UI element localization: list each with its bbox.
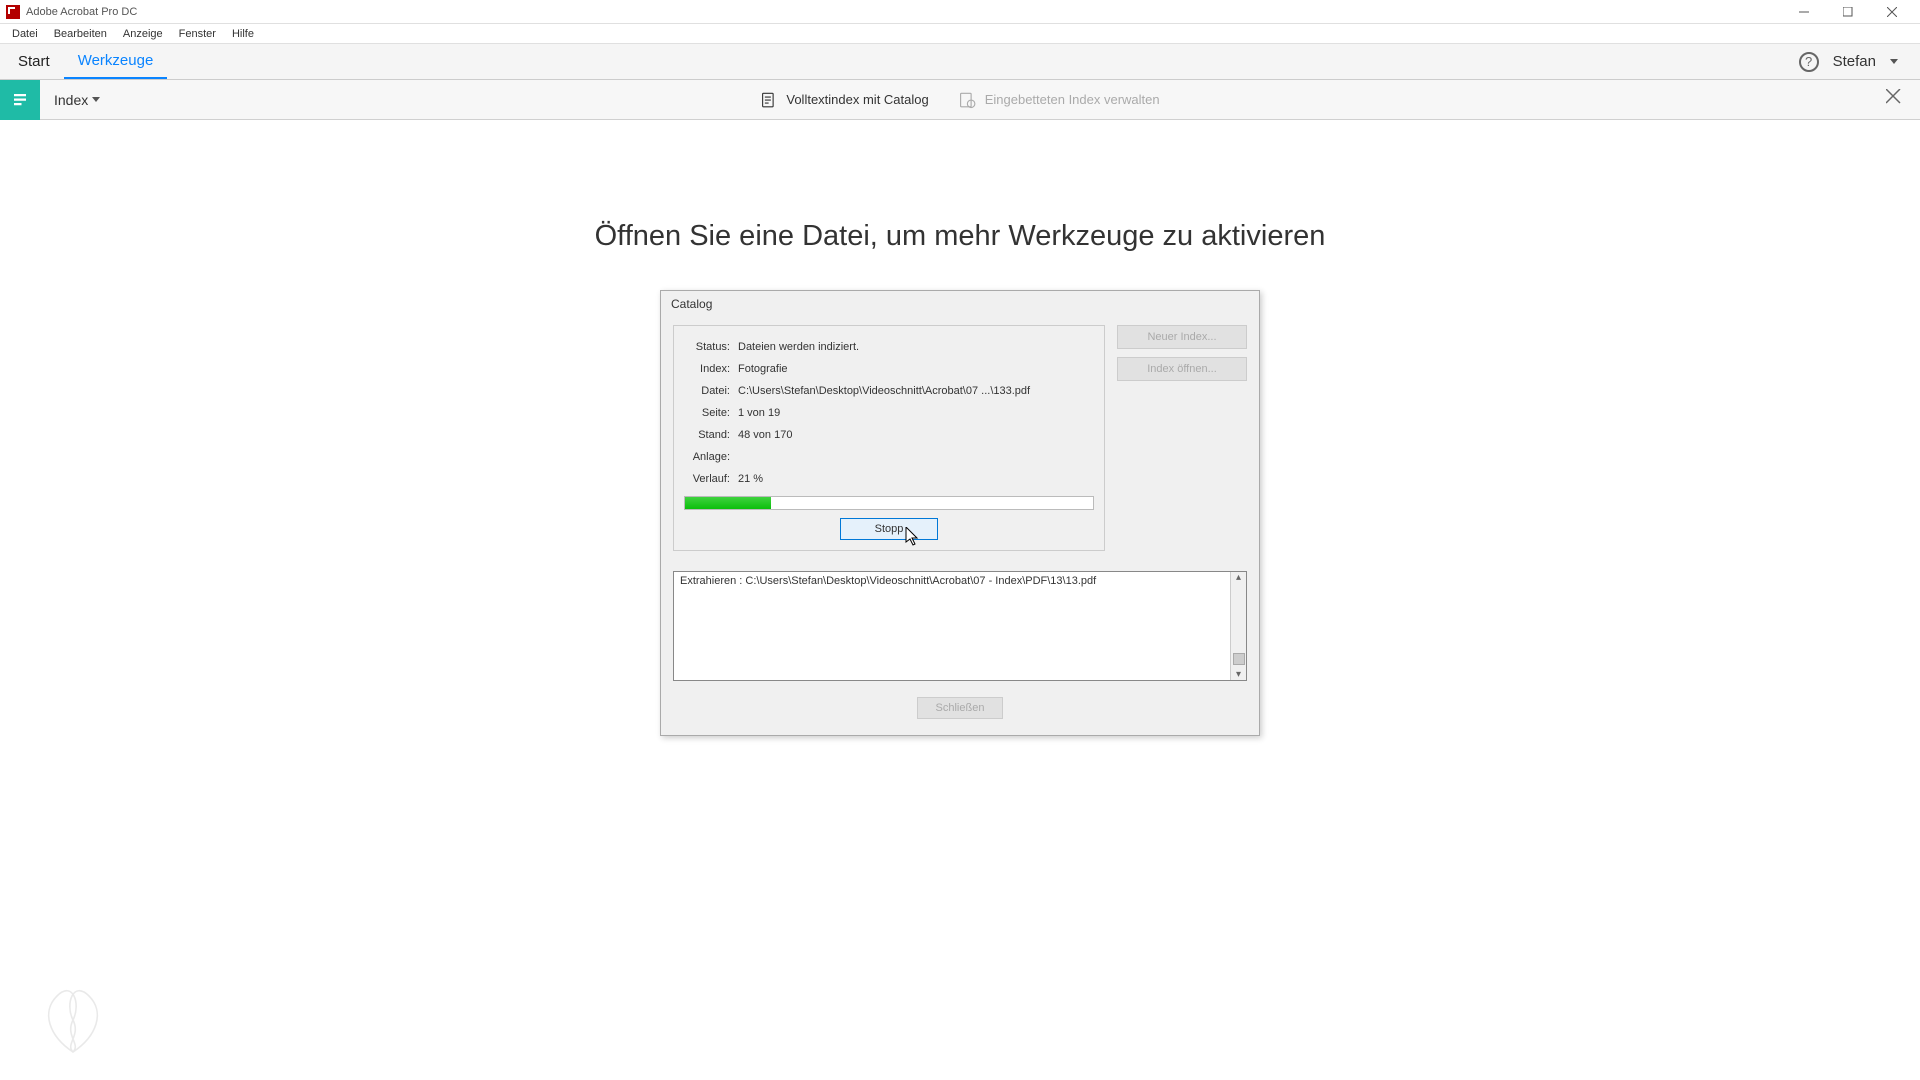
index-tool-icon[interactable] [0,80,40,120]
cursor-icon [905,527,919,547]
neuer-index-button: Neuer Index... [1117,325,1247,349]
progress-fill [685,497,771,509]
label-stand: Stand: [684,429,738,441]
minimize-button[interactable] [1782,0,1826,24]
menu-fenster[interactable]: Fenster [171,28,224,40]
label-index: Index: [684,363,738,375]
scroll-down-icon[interactable]: ▾ [1236,669,1241,680]
catalog-dialog: Catalog Status: Dateien werden indiziert… [660,290,1260,736]
dialog-title: Catalog [661,293,1259,317]
menubar: Datei Bearbeiten Anzeige Fenster Hilfe [0,24,1920,44]
label-verlauf: Verlauf: [684,473,738,485]
value-seite: 1 von 19 [738,407,1094,419]
progress-bar [684,496,1094,510]
stop-button[interactable]: Stopp [840,518,939,540]
menu-bearbeiten[interactable]: Bearbeiten [46,28,115,40]
scroll-up-icon[interactable]: ▴ [1236,572,1241,583]
app-title: Adobe Acrobat Pro DC [26,6,137,18]
menu-anzeige[interactable]: Anzeige [115,28,171,40]
user-dropdown-caret[interactable] [1890,59,1898,64]
scroll-thumb[interactable] [1233,653,1245,665]
close-window-button[interactable] [1870,0,1914,24]
label-status: Status: [684,341,738,353]
tool-volltextindex-label: Volltextindex mit Catalog [786,92,928,107]
page-heading: Öffnen Sie eine Datei, um mehr Werkzeuge… [0,120,1920,253]
main-area: Öffnen Sie eine Datei, um mehr Werkzeuge… [0,120,1920,1080]
label-datei: Datei: [684,385,738,397]
close-tool-button[interactable] [1868,88,1920,111]
menu-hilfe[interactable]: Hilfe [224,28,262,40]
tool-volltextindex[interactable]: Volltextindex mit Catalog [760,91,928,109]
log-content: Extrahieren : C:\Users\Stefan\Desktop\Vi… [674,572,1246,590]
tab-start[interactable]: Start [4,45,64,78]
log-scrollbar[interactable]: ▴ ▾ [1230,572,1246,680]
chevron-down-icon [92,97,100,102]
label-anlage: Anlage: [684,451,738,463]
watermark-icon [28,980,118,1060]
tool-eingebettet: Eingebetteten Index verwalten [959,91,1160,109]
log-area: Extrahieren : C:\Users\Stefan\Desktop\Vi… [673,571,1247,681]
tab-werkzeuge[interactable]: Werkzeuge [64,44,168,79]
titlebar: Adobe Acrobat Pro DC [0,0,1920,24]
app-icon [6,5,20,19]
user-name[interactable]: Stefan [1833,53,1876,70]
maximize-button[interactable] [1826,0,1870,24]
help-icon[interactable]: ? [1799,52,1819,72]
tool-toolbar: Index Volltextindex mit Catalog Eingebet… [0,80,1920,120]
label-seite: Seite: [684,407,738,419]
value-status: Dateien werden indiziert. [738,341,1094,353]
value-datei: C:\Users\Stefan\Desktop\Videoschnitt\Acr… [738,385,1094,397]
value-index: Fotografie [738,363,1094,375]
value-anlage [738,451,1094,463]
index-label: Index [54,92,88,108]
value-verlauf: 21 % [738,473,1094,485]
tool-eingebettet-label: Eingebetteten Index verwalten [985,92,1160,107]
schliessen-button: Schließen [917,697,1004,719]
index-dropdown[interactable]: Index [40,92,114,108]
window-controls [1782,0,1914,24]
menu-datei[interactable]: Datei [4,28,46,40]
status-panel: Status: Dateien werden indiziert. Index:… [673,325,1105,551]
index-oeffnen-button: Index öffnen... [1117,357,1247,381]
tabbar: Start Werkzeuge ? Stefan [0,44,1920,80]
value-stand: 48 von 170 [738,429,1094,441]
